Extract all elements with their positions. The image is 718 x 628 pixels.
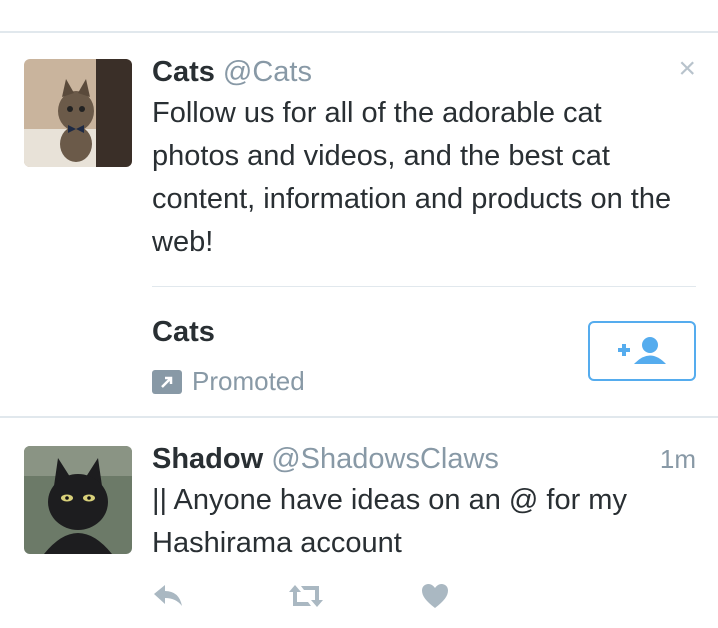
promoted-display-name[interactable]: Cats	[152, 56, 215, 88]
follow-button[interactable]	[588, 321, 696, 381]
shadow-avatar[interactable]	[24, 446, 132, 554]
card-divider	[152, 286, 696, 287]
like-icon	[422, 584, 448, 608]
retweet-icon	[289, 585, 323, 607]
tweet-display-name[interactable]: Shadow	[152, 443, 263, 475]
like-button[interactable]	[420, 578, 554, 614]
add-user-icon	[618, 337, 666, 364]
card-title: Cats	[152, 316, 215, 348]
tweet-handle[interactable]: @ShadowsClaws	[271, 443, 499, 475]
tweet-timestamp[interactable]: 1m	[660, 444, 696, 475]
promoted-label-row: Promoted	[152, 366, 305, 397]
retweet-button[interactable]	[286, 578, 420, 614]
tweet-name-line: Shadow @ShadowsClaws	[152, 442, 499, 476]
promoted-tweet[interactable]: Cats @Cats × Follow us for all of the ad…	[0, 0, 718, 417]
reply-button[interactable]	[152, 578, 286, 614]
cats-avatar[interactable]	[24, 59, 132, 167]
promoted-name-line: Cats @Cats	[152, 55, 312, 89]
tweet-actions	[152, 578, 554, 614]
close-icon[interactable]: ×	[678, 52, 696, 86]
promoted-tweet-text: Follow us for all of the adorable cat ph…	[152, 97, 672, 258]
promoted-label: Promoted	[192, 366, 305, 396]
promoted-arrow-icon	[152, 369, 182, 394]
tweet-text: || Anyone have ideas on an @ for my Hash…	[152, 484, 627, 559]
promoted-handle[interactable]: @Cats	[223, 56, 312, 88]
reply-icon	[154, 585, 182, 606]
